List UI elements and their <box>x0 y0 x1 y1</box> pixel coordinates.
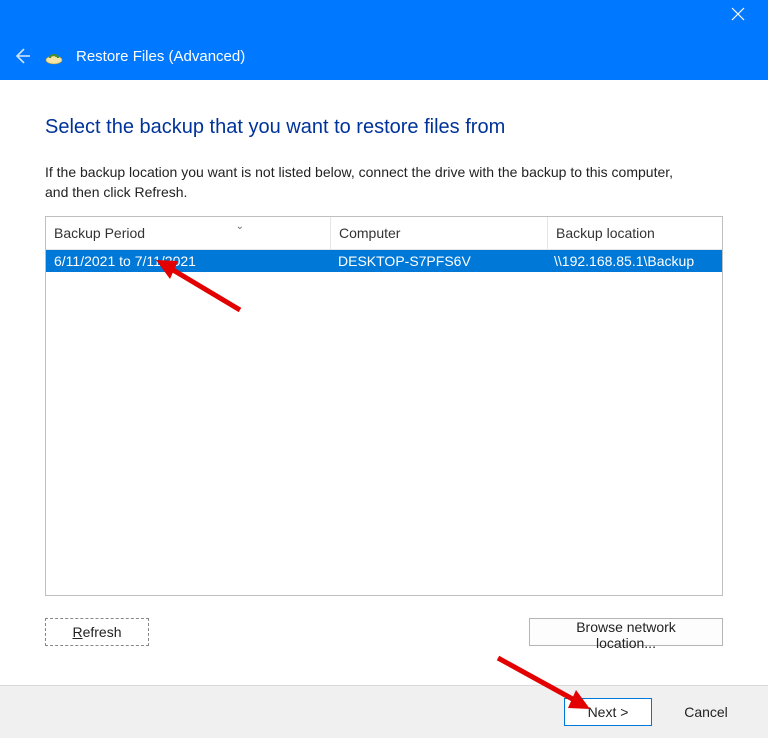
button-row: Refresh Browse network location... <box>45 618 723 646</box>
next-button[interactable]: Next > <box>564 698 652 726</box>
header-bar: Restore Files (Advanced) <box>0 32 768 80</box>
column-header-backup-location[interactable]: Backup location <box>548 217 722 249</box>
column-header-label: Backup location <box>556 225 655 241</box>
restore-files-icon <box>44 46 64 66</box>
title-bar <box>0 0 768 32</box>
cell-backup-period: 6/11/2021 to 7/11/2021 <box>46 253 330 269</box>
column-header-backup-period[interactable]: Backup Period ⌄ <box>46 217 331 249</box>
content-area: Select the backup that you want to resto… <box>0 80 768 646</box>
cell-backup-location: \\192.168.85.1\Backup <box>546 253 722 269</box>
window-title: Restore Files (Advanced) <box>76 48 245 65</box>
back-arrow-icon[interactable] <box>12 46 32 66</box>
wizard-footer: Next > Cancel <box>0 685 768 738</box>
column-header-label: Backup Period <box>54 225 145 241</box>
close-icon[interactable] <box>723 3 753 29</box>
cell-computer: DESKTOP-S7PFS6V <box>330 253 546 269</box>
column-header-computer[interactable]: Computer <box>331 217 548 249</box>
column-header-label: Computer <box>339 225 400 241</box>
page-heading: Select the backup that you want to resto… <box>45 116 723 139</box>
backup-row[interactable]: 6/11/2021 to 7/11/2021 DESKTOP-S7PFS6V \… <box>46 250 722 272</box>
refresh-button[interactable]: Refresh <box>45 618 149 646</box>
backup-list: Backup Period ⌄ Computer Backup location… <box>45 216 723 596</box>
list-header: Backup Period ⌄ Computer Backup location <box>46 217 722 250</box>
page-description: If the backup location you want is not l… <box>45 163 685 202</box>
browse-network-location-button[interactable]: Browse network location... <box>529 618 723 646</box>
cancel-button[interactable]: Cancel <box>662 698 750 726</box>
chevron-down-icon: ⌄ <box>236 221 244 232</box>
